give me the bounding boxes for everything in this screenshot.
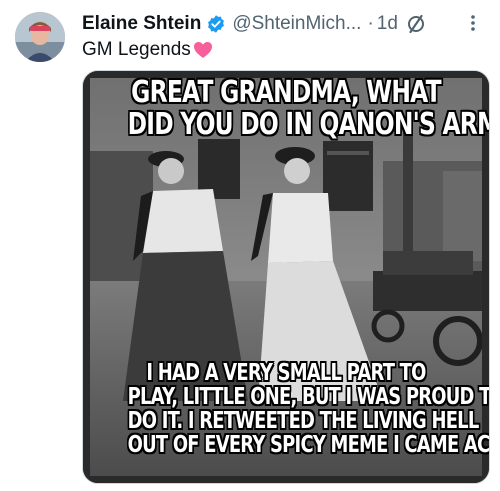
author-name[interactable]: Elaine Shtein [82,13,201,35]
avatar-image [15,12,65,62]
meme-bottom-line: DO IT. I RETWEETED THE LIVING HELL [127,408,480,435]
tweet-text: GM Legends [82,39,213,61]
verified-badge-icon[interactable] [206,14,226,34]
more-options-icon[interactable] [458,8,488,38]
avatar[interactable] [15,12,65,62]
meme-bottom-line: I HAD A VERY SMALL PART TO [146,360,426,386]
tweet-header: Elaine Shtein @ShteinMich... · 1d [82,12,492,36]
pink-heart-icon [193,41,213,59]
meme-top-line: GREAT GRANDMA, WHAT [131,75,441,110]
meme-bottom-caption: I HAD A VERY SMALL PART TO PLAY, LITTLE … [127,360,490,459]
tweet-text-body: GM Legends [82,39,191,60]
timestamp[interactable]: 1d [377,13,398,35]
meme-top-line: DID YOU DO IN QANON'S ARMY? [127,106,490,142]
meme-top-caption: GREAT GRANDMA, WHAT DID YOU DO IN QANON'… [127,75,490,142]
grok-icon[interactable] [406,14,426,34]
tweet[interactable]: Elaine Shtein @ShteinMich... · 1d GM Leg… [0,0,500,491]
separator-dot: · [367,13,374,34]
meme-bottom-line: PLAY, LITTLE ONE, BUT I WAS PROUD TO [127,384,490,411]
author-handle[interactable]: @ShteinMich... [232,13,361,35]
meme-image[interactable]: GREAT GRANDMA, WHAT DID YOU DO IN QANON'… [82,70,490,484]
meme-bottom-line: OUT OF EVERY SPICY MEME I CAME ACROSS. [127,432,489,459]
